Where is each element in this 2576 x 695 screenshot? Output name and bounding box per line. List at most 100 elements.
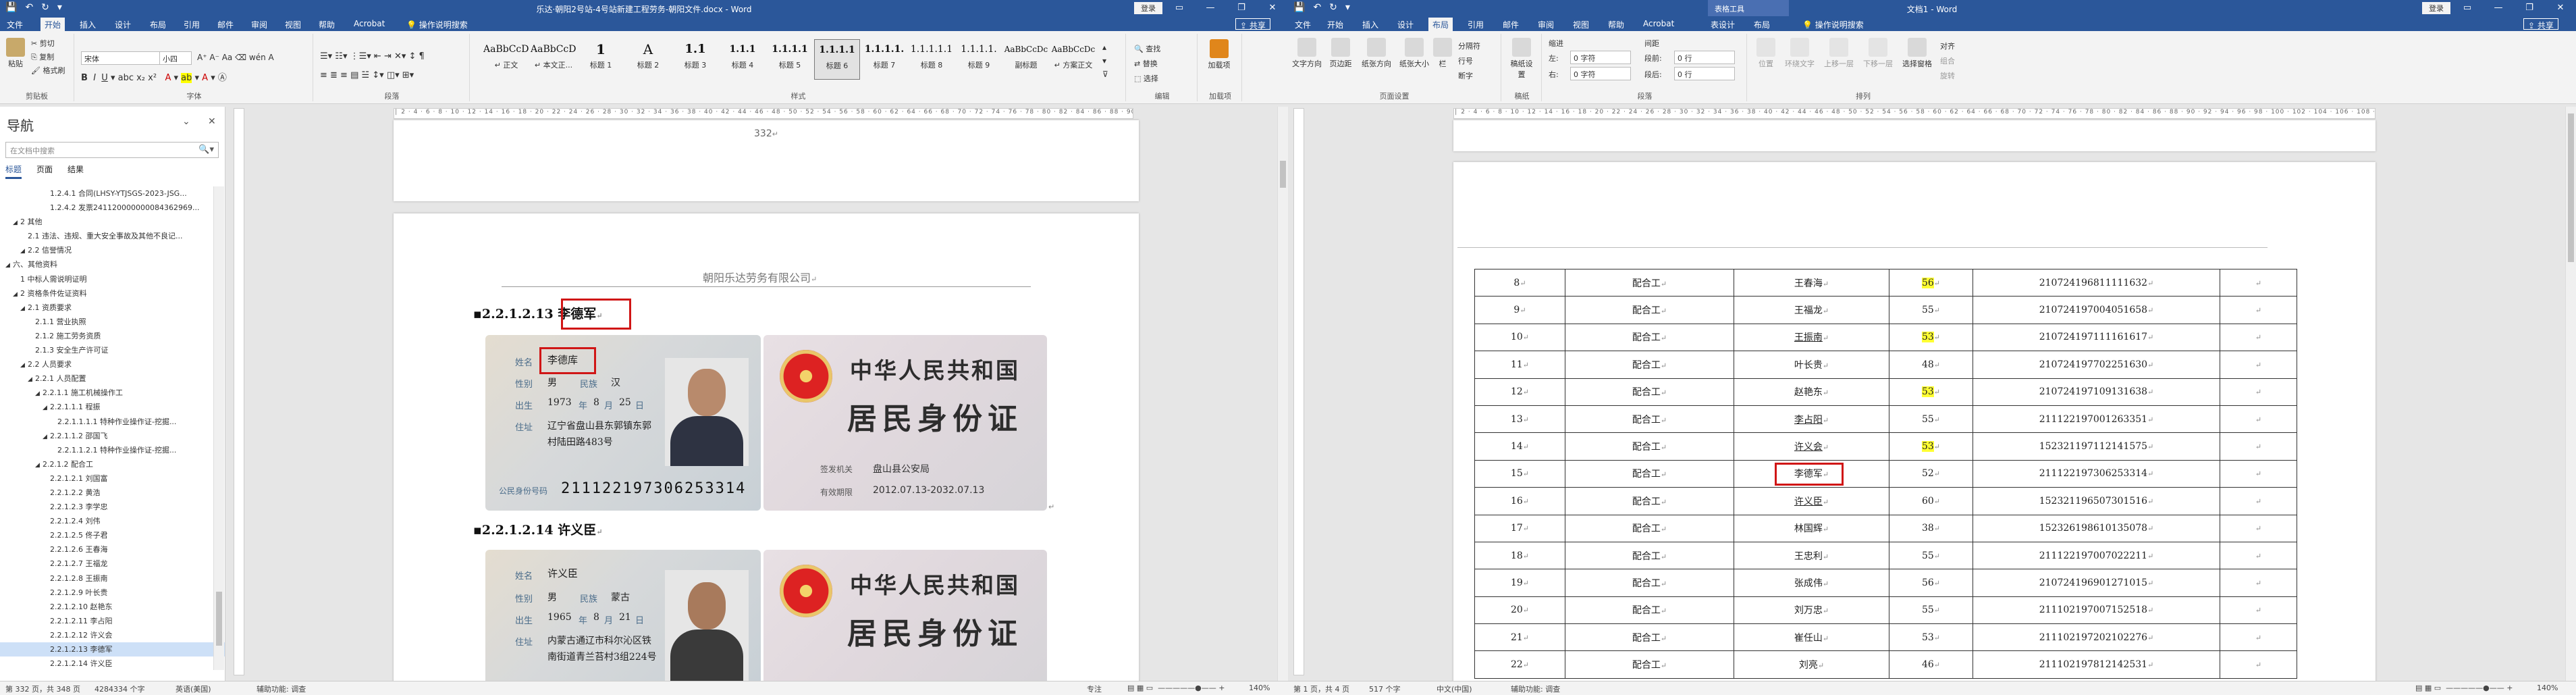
tab-view[interactable]: 视图	[1569, 18, 1593, 31]
style-heading-2[interactable]: A 标题 2	[625, 39, 671, 80]
cell-id-number[interactable]: 210724197111161617↵	[1973, 323, 2220, 352]
style-body[interactable]: AaBbCcDdE ↵ 本文正...	[531, 39, 576, 80]
nav-heading-item[interactable]: 2.2.1.2.5 佟子君	[0, 528, 225, 542]
tab-table-layout[interactable]: 布局	[1750, 18, 1774, 31]
cell-name[interactable]: 张成伟↵	[1734, 569, 1889, 597]
cell-name[interactable]: 崔任山↵	[1734, 623, 1889, 652]
nav-heading-item[interactable]: 2.1.1 营业执照	[0, 315, 225, 329]
style-heading-8[interactable]: 1.1.1.1.1 标题 8	[909, 39, 955, 80]
login-button[interactable]: 登录	[1134, 2, 1162, 14]
caret-down-icon[interactable]: ◢	[28, 373, 35, 386]
caret-down-icon[interactable]: ◢	[43, 401, 50, 414]
cell-number[interactable]: 13↵	[1474, 405, 1565, 434]
document-scrollbar[interactable]	[2565, 107, 2576, 681]
cell-job[interactable]: 配合工↵	[1565, 569, 1734, 597]
breaks-button[interactable]: 分隔符	[1458, 41, 1480, 51]
status-words[interactable]: 517 个字	[1369, 684, 1401, 694]
cell-age[interactable]: 48↵	[1889, 351, 1973, 379]
nav-heading-item[interactable]: 2.2.1.2.12 许义会	[0, 628, 225, 642]
nav-heading-item[interactable]: 2.1 违法、违规、重大安全事故及其他不良记...	[0, 229, 225, 243]
cell-blank[interactable]: ↵	[2220, 432, 2297, 461]
nav-heading-item[interactable]: 2.2.1.2.7 王福龙	[0, 557, 225, 571]
align-button[interactable]: 对齐	[1940, 41, 1955, 51]
indent-left-input[interactable]: 0 字符	[1570, 51, 1631, 64]
caret-down-icon[interactable]: ◢	[13, 216, 20, 229]
cell-name[interactable]: 王春海↵	[1734, 268, 1889, 297]
nav-scroll-thumb[interactable]	[216, 592, 222, 646]
cell-age[interactable]: 56↵	[1889, 569, 1973, 597]
cell-number[interactable]: 20↵	[1474, 596, 1565, 625]
cell-id-number[interactable]: 211102197007152518↵	[1973, 596, 2220, 625]
cell-id-number[interactable]: 152321196507301516↵	[1973, 487, 2220, 515]
cell-job[interactable]: 配合工↵	[1565, 432, 1734, 461]
list-buttons[interactable]: ☰▾ ☷▾ ⋮☰▾ ⇤ ⇥ ✕▾ ↕ ¶	[320, 51, 425, 61]
nav-heading-item[interactable]: 1.2.4.1 合同(LHSY-YTJSGS-2023-JSG...	[0, 186, 225, 201]
close-button[interactable]: ✕	[2545, 0, 2576, 16]
cell-number[interactable]: 8↵	[1474, 268, 1565, 297]
nav-heading-item[interactable]: 2.2.1.2.8 王振南	[0, 571, 225, 586]
style-heading-4[interactable]: 1.1.1 标题 4	[720, 39, 766, 80]
id-card-front-1[interactable]: 姓名 李德库 性别 男 民族 汉 出生 1973 年 8 月 25 日 住址 辽…	[485, 335, 761, 511]
cell-job[interactable]: 配合工↵	[1565, 405, 1734, 434]
share-button[interactable]: ⇪ 共享	[1235, 18, 1270, 30]
tab-insert[interactable]: 插入	[76, 18, 100, 31]
cell-blank[interactable]: ↵	[2220, 487, 2297, 515]
spacing-before-input[interactable]: 0 行	[1674, 51, 1735, 64]
size-button[interactable]: 纸张大小	[1397, 38, 1431, 69]
font-size-buttons[interactable]: A⁺ A⁻ Aa ⌫ wén A	[197, 53, 274, 62]
cell-job[interactable]: 配合工↵	[1565, 650, 1734, 679]
search-icon[interactable]: 🔍▾	[198, 145, 214, 155]
nav-heading-item[interactable]: 2.2.1.2.4 刘伟	[0, 514, 225, 528]
tab-layout[interactable]: 布局	[146, 18, 170, 31]
cell-age[interactable]: 55↵	[1889, 596, 1973, 625]
nav-heading-item[interactable]: ◢ 2.2.1.1 施工机械操作工	[0, 386, 225, 400]
cell-age[interactable]: 55↵	[1889, 541, 1973, 570]
find-button[interactable]: 🔍 查找	[1134, 43, 1160, 54]
nav-heading-item[interactable]: 2.2.1.2.11 李占阳	[0, 614, 225, 628]
nav-search-input[interactable]: 在文档中搜索 🔍▾	[5, 142, 219, 158]
align-buttons[interactable]: ≡ ≣ ≡ ▤ ☱ ↕▾ ◫▾ ⊞▾	[320, 70, 414, 80]
style-heading-3[interactable]: 1.1 标题 3	[672, 39, 718, 80]
cell-name[interactable]: 林国辉↵	[1734, 514, 1889, 542]
nav-heading-item[interactable]: ◢ 2 其他	[0, 215, 225, 229]
nav-options-icon[interactable]: ⌄	[182, 116, 190, 127]
tab-acrobat[interactable]: Acrobat	[1639, 18, 1678, 31]
nav-heading-item[interactable]: 2.2.1.2.3 李学忠	[0, 500, 225, 514]
nav-heading-item[interactable]: 1.2.4.2 发票241120000000084362969...	[0, 201, 225, 215]
cell-id-number[interactable]: 211122197001263351↵	[1973, 405, 2220, 434]
cell-age[interactable]: 55↵	[1889, 296, 1973, 324]
tab-review[interactable]: 审阅	[1534, 18, 1558, 31]
line-numbers-button[interactable]: 行号	[1458, 55, 1473, 66]
nav-heading-item[interactable]: ◢ 2.2 人员要求	[0, 357, 225, 371]
cell-name[interactable]: 叶长贵↵	[1734, 351, 1889, 379]
copy-button[interactable]: ⎘ 复制	[31, 51, 54, 62]
margins-button[interactable]: 页边距	[1326, 38, 1356, 69]
minimize-button[interactable]: —	[2483, 0, 2514, 16]
send-backward-button[interactable]: 下移一层	[1860, 38, 1896, 69]
cell-number[interactable]: 21↵	[1474, 623, 1565, 652]
tab-home[interactable]: 开始	[1323, 18, 1347, 31]
cell-blank[interactable]: ↵	[2220, 569, 2297, 597]
close-button[interactable]: ✕	[1257, 0, 1288, 16]
tab-home[interactable]: 开始	[41, 18, 65, 31]
heading-xuyichen[interactable]: ▪2.2.1.2.14 许义臣↵	[473, 520, 603, 538]
id-card-back-2[interactable]: 中华人民共和国 居民身份证	[763, 550, 1047, 685]
cell-number[interactable]: 18↵	[1474, 541, 1565, 570]
document-scrollbar[interactable]	[1277, 107, 1288, 681]
cell-job[interactable]: 配合工↵	[1565, 541, 1734, 570]
bring-forward-button[interactable]: 上移一层	[1821, 38, 1856, 69]
cell-blank[interactable]: ↵	[2220, 623, 2297, 652]
nav-heading-item[interactable]: 2.2.1.2.6 王春海	[0, 542, 225, 557]
caret-down-icon[interactable]: ◢	[35, 387, 43, 400]
cell-blank[interactable]: ↵	[2220, 378, 2297, 406]
nav-heading-item[interactable]: 2.2.1.2.9 叶长贵	[0, 586, 225, 600]
addin-button[interactable]: 加载项	[1206, 39, 1233, 70]
status-zoom[interactable]: 140%	[1249, 684, 1270, 692]
caret-down-icon[interactable]: ◢	[35, 459, 43, 471]
cell-id-number[interactable]: 211122197007022211↵	[1973, 541, 2220, 570]
cell-number[interactable]: 16↵	[1474, 487, 1565, 515]
nav-heading-item[interactable]: 1 中标人需说明证明	[0, 272, 225, 286]
caret-down-icon[interactable]: ◢	[13, 288, 20, 301]
cell-blank[interactable]: ↵	[2220, 351, 2297, 379]
cell-age[interactable]: 55↵	[1889, 405, 1973, 434]
